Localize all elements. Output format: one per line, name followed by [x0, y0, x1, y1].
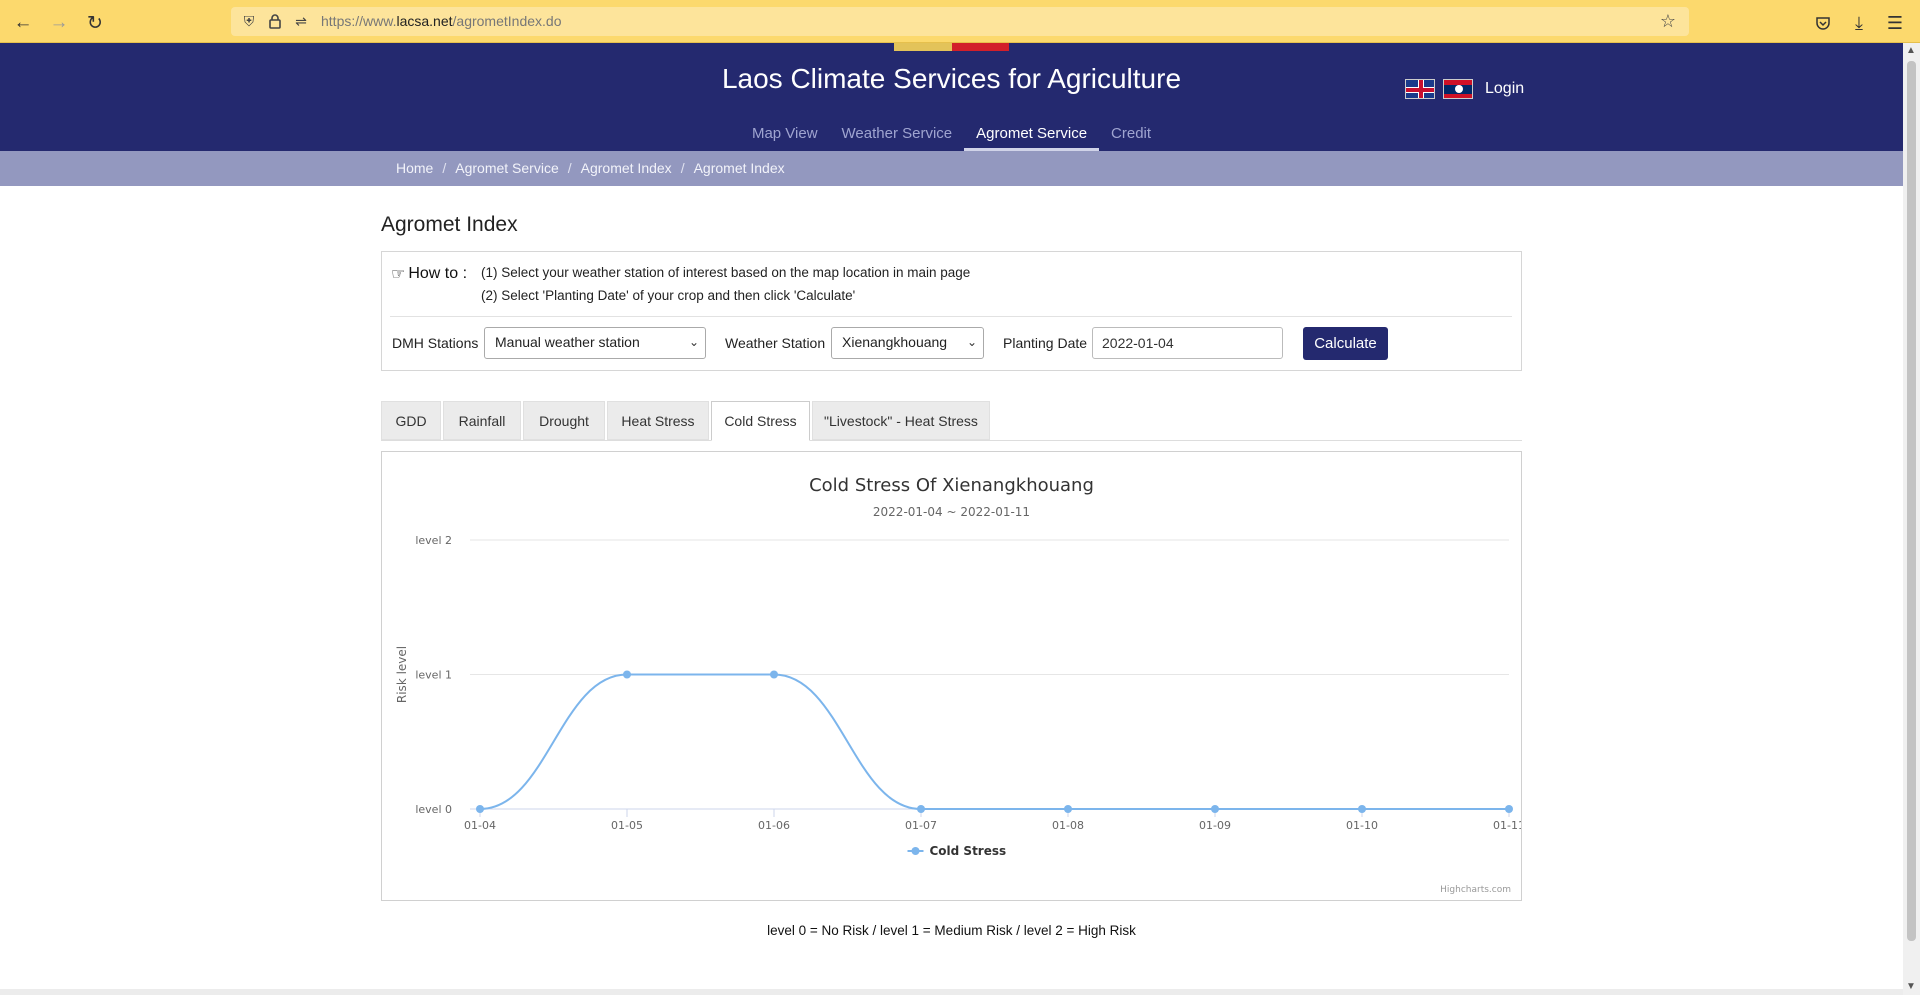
scroll-up-icon[interactable]: ▲: [1906, 45, 1916, 56]
scroll-thumb[interactable]: [1907, 61, 1916, 941]
calculate-button[interactable]: Calculate: [1303, 327, 1388, 360]
pointing-hand-icon: ☞: [391, 266, 406, 283]
nav-credit[interactable]: Credit: [1099, 117, 1163, 151]
breadcrumb-agromet-index[interactable]: Agromet Index: [581, 160, 672, 176]
scroll-down-icon[interactable]: ▼: [1906, 981, 1916, 992]
breadcrumb-bar: Home / Agromet Service / Agromet Index /…: [0, 151, 1903, 186]
nav-weather-service[interactable]: Weather Service: [830, 117, 965, 151]
lock-icon[interactable]: [265, 11, 285, 31]
tab-cold-stress[interactable]: Cold Stress: [711, 401, 810, 441]
chart-subtitle: 2022-01-04 ~ 2022-01-11: [873, 505, 1030, 519]
legend-symbol-point: [911, 847, 920, 855]
nav-map-view[interactable]: Map View: [740, 117, 830, 151]
x-tick-label: 01-04: [464, 819, 496, 832]
x-tick-label: 01-11: [1493, 819, 1521, 832]
planting-date-input[interactable]: 2022-01-04: [1092, 327, 1283, 359]
y-tick-label: level 0: [415, 803, 452, 816]
breadcrumb-agromet-service[interactable]: Agromet Service: [455, 160, 558, 176]
bottom-strip: [0, 989, 1903, 995]
data-point: [1064, 805, 1072, 813]
english-flag-icon[interactable]: [1405, 79, 1435, 99]
howto-label: ☞ How to :: [391, 265, 468, 283]
tab-gdd[interactable]: GDD: [381, 401, 441, 440]
data-point: [623, 670, 631, 679]
forward-icon[interactable]: →: [46, 10, 72, 36]
y-tick-label: level 1: [415, 669, 452, 682]
data-point: [476, 805, 484, 813]
tab-livestock-heat-stress[interactable]: "Livestock" - Heat Stress: [812, 401, 990, 440]
tab-heat-stress[interactable]: Heat Stress: [607, 401, 709, 440]
reload-icon[interactable]: ↻: [82, 10, 108, 36]
login-link[interactable]: Login: [1485, 80, 1524, 98]
y-tick-label: level 2: [415, 534, 452, 547]
main-nav: Map View Weather Service Agromet Service…: [0, 117, 1903, 151]
page-title: Agromet Index: [381, 213, 518, 236]
back-icon[interactable]: ←: [10, 10, 36, 36]
breadcrumb: Home / Agromet Service / Agromet Index /…: [396, 160, 785, 176]
cold-stress-chart: Cold Stress Of Xienangkhouang 2022-01-04 …: [395, 475, 1521, 895]
index-tabs: GDD Rainfall Drought Heat Stress Cold St…: [381, 401, 1522, 441]
dmh-stations-label: DMH Stations: [392, 335, 479, 351]
x-tick-label: 01-09: [1199, 819, 1231, 832]
download-icon[interactable]: ⤓: [1846, 10, 1872, 36]
data-point: [1211, 805, 1219, 813]
howto-panel: ☞ How to : (1) Select your weather stati…: [381, 251, 1522, 371]
data-point: [917, 805, 925, 813]
highcharts-credit: Highcharts.com: [1440, 885, 1511, 895]
breadcrumb-current: Agromet Index: [693, 160, 785, 176]
browser-toolbar: ← → ↻ ⛨ ⇌ https://www.lacsa.net/agrometI…: [0, 0, 1920, 43]
weather-station-select[interactable]: Xienangkhouang ⌄: [831, 327, 984, 359]
chart-title: Cold Stress Of Xienangkhouang: [809, 475, 1094, 496]
site-title: Laos Climate Services for Agriculture: [721, 63, 1182, 94]
x-tick-label: 01-07: [905, 819, 937, 832]
planting-date-label: Planting Date: [1003, 335, 1088, 351]
menu-icon[interactable]: ☰: [1882, 10, 1908, 36]
tab-drought[interactable]: Drought: [523, 401, 605, 440]
y-axis-label: Risk level: [395, 646, 409, 703]
data-point: [770, 670, 778, 679]
url-text: https://www.lacsa.net/agrometIndex.do: [321, 13, 562, 29]
x-tick-label: 01-06: [758, 819, 790, 832]
lao-flag-icon[interactable]: [1443, 79, 1473, 99]
chevron-down-icon: ⌄: [688, 335, 699, 349]
permissions-icon[interactable]: ⇌: [291, 11, 311, 31]
risk-level-legend-note: level 0 = No Risk / level 1 = Medium Ris…: [767, 923, 1136, 938]
tab-rainfall[interactable]: Rainfall: [443, 401, 521, 440]
url-bar[interactable]: ⛨ ⇌ https://www.lacsa.net/agrometIndex.d…: [231, 7, 1689, 36]
breadcrumb-home[interactable]: Home: [396, 160, 433, 176]
data-point: [1358, 805, 1366, 813]
site-header: Laos Climate Services for Agriculture Lo…: [0, 43, 1903, 151]
data-point: [1505, 805, 1513, 813]
x-tick-label: 01-05: [611, 819, 643, 832]
bookmark-star-icon[interactable]: ☆: [1658, 11, 1678, 31]
chart-container: Cold Stress Of Xienangkhouang 2022-01-04 …: [381, 451, 1522, 901]
x-tick-label: 01-08: [1052, 819, 1084, 832]
series-line-cold-stress: [479, 673, 1509, 810]
weather-station-label: Weather Station: [725, 335, 826, 351]
divider: [390, 316, 1512, 317]
legend-item-cold-stress: Cold Stress: [930, 844, 1007, 858]
x-tick-label: 01-10: [1346, 819, 1378, 832]
chevron-down-icon: ⌄: [966, 335, 977, 349]
howto-step-1: (1) Select your weather station of inter…: [481, 265, 971, 280]
shield-icon[interactable]: ⛨: [239, 11, 259, 31]
flag-stripe: [894, 43, 1009, 51]
pocket-icon[interactable]: [1810, 10, 1836, 36]
dmh-stations-select[interactable]: Manual weather station ⌄: [484, 327, 706, 359]
nav-agromet-service[interactable]: Agromet Service: [964, 117, 1100, 151]
howto-step-2: (2) Select 'Planting Date' of your crop …: [481, 288, 856, 303]
page-scrollbar[interactable]: ▲ ▼: [1903, 43, 1920, 995]
